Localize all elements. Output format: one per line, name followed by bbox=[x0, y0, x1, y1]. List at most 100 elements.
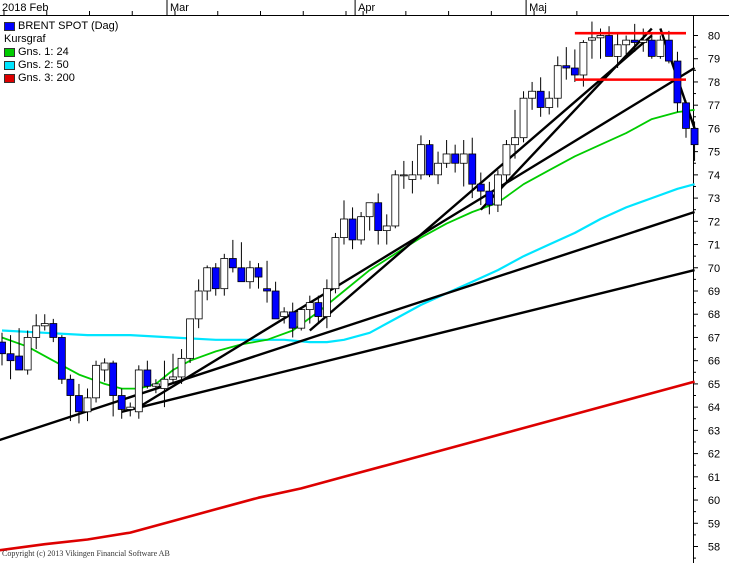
candle-body-up bbox=[399, 174, 408, 177]
candle-body-up bbox=[613, 44, 622, 57]
candle-body-down bbox=[570, 67, 579, 76]
candle-body-up bbox=[545, 97, 554, 108]
candle-body-down bbox=[647, 39, 656, 57]
chart-root: 2018 Feb Mar Apr Maj 58 59 60 61 62 63 64 65 66 67 68… bbox=[0, 0, 729, 563]
candle-body-down bbox=[75, 395, 83, 413]
candle-body-up bbox=[331, 237, 340, 290]
candle-body-up bbox=[391, 174, 400, 227]
candle-body-up bbox=[596, 35, 605, 39]
candle bbox=[23, 330, 32, 375]
candle-body-down bbox=[425, 144, 434, 176]
candle-body-down bbox=[476, 183, 485, 192]
candle-body-up bbox=[83, 397, 92, 413]
y-tick-label: 73 bbox=[708, 193, 720, 205]
candle-body-up bbox=[442, 153, 451, 164]
candle-body-up bbox=[340, 218, 348, 238]
y-tick-label: 63 bbox=[708, 425, 720, 437]
y-tick-label: 74 bbox=[708, 170, 720, 182]
candle-body-down bbox=[57, 337, 66, 380]
candle-body-down bbox=[263, 288, 271, 292]
candle-body-down bbox=[630, 39, 639, 43]
candle-body-up bbox=[434, 162, 442, 176]
candle bbox=[297, 307, 306, 331]
candle-body-up bbox=[579, 42, 588, 76]
candle-body-down bbox=[485, 190, 494, 206]
y-tick-label: 72 bbox=[708, 216, 720, 228]
candle-body-down bbox=[254, 267, 263, 278]
candle bbox=[391, 170, 400, 229]
legend-item-price: BRENT SPOT (Dag) bbox=[4, 20, 118, 33]
candle-body-up bbox=[297, 309, 306, 329]
candle bbox=[357, 212, 366, 245]
candle-body-up bbox=[639, 39, 648, 43]
candle bbox=[519, 91, 528, 143]
legend-swatch-price bbox=[4, 22, 15, 31]
candle-body-up bbox=[40, 323, 49, 327]
legend-swatch-ma200 bbox=[4, 74, 15, 83]
candle-body-down bbox=[451, 153, 460, 164]
candle-body-down bbox=[228, 258, 237, 269]
candle-body-down bbox=[314, 302, 323, 317]
x-month-label: Mar bbox=[170, 2, 189, 14]
candle-body-up bbox=[365, 202, 374, 218]
legend-item-ma200: Gns. 3: 200 bbox=[4, 72, 118, 85]
candle-body-up bbox=[160, 378, 169, 389]
y-tick-label: 75 bbox=[708, 147, 720, 159]
y-tick-label: 64 bbox=[708, 402, 720, 414]
candle bbox=[57, 335, 66, 384]
legend-swatch-ma50 bbox=[4, 61, 15, 70]
candle-body-down bbox=[468, 153, 477, 185]
legend-label-ma24: Gns. 1: 24 bbox=[18, 46, 69, 58]
y-tick-label: 66 bbox=[708, 356, 720, 368]
candle-body-up bbox=[246, 267, 254, 283]
candle-body-down bbox=[288, 311, 297, 329]
candle-body-down bbox=[348, 218, 357, 241]
candle-body-up bbox=[100, 362, 109, 371]
candle-body-up bbox=[186, 318, 195, 359]
candle-body-up bbox=[553, 65, 562, 99]
y-tick-label: 77 bbox=[708, 100, 720, 112]
legend-label-price: BRENT SPOT (Dag) bbox=[18, 20, 119, 32]
legend-item-kursgraf: Kursgraf bbox=[4, 33, 118, 46]
candle-body-up bbox=[357, 216, 366, 241]
y-tick-label: 71 bbox=[708, 240, 720, 252]
candle bbox=[186, 318, 195, 364]
candle bbox=[92, 360, 100, 403]
candle-body-up bbox=[519, 97, 528, 139]
candle-body-up bbox=[32, 325, 41, 338]
y-tick-label: 78 bbox=[708, 77, 720, 89]
legend-item-ma24: Gns. 1: 24 bbox=[4, 46, 118, 59]
candle-body-down bbox=[49, 323, 58, 338]
candle-body-up bbox=[134, 369, 143, 413]
y-tick-label: 67 bbox=[708, 332, 720, 344]
legend-label-ma200: Gns. 3: 200 bbox=[18, 72, 75, 84]
candle-body-down bbox=[673, 60, 682, 104]
candle-body-up bbox=[417, 144, 425, 176]
candle-body-down bbox=[665, 39, 673, 62]
candle-body-up bbox=[177, 357, 186, 378]
candle-body-down bbox=[536, 90, 545, 108]
candle bbox=[673, 51, 682, 113]
y-tick-label: 69 bbox=[708, 286, 720, 298]
y-tick-label: 79 bbox=[708, 54, 720, 66]
candle-body-up bbox=[382, 225, 391, 232]
legend-item-ma50: Gns. 2: 50 bbox=[4, 59, 118, 72]
candle-body-down bbox=[15, 355, 24, 371]
candle-body-up bbox=[502, 144, 511, 176]
legend-label-kursgraf: Kursgraf bbox=[4, 33, 46, 45]
copyright-text: Copyright (c) 2013 Vikingen Financial So… bbox=[2, 549, 170, 558]
y-tick-label: 59 bbox=[708, 518, 720, 530]
legend-label-ma50: Gns. 2: 50 bbox=[18, 59, 69, 71]
y-tick-label: 62 bbox=[708, 449, 720, 461]
candle-body-up bbox=[656, 39, 665, 57]
legend-swatch-ma24 bbox=[4, 48, 15, 57]
y-tick-label: 80 bbox=[708, 31, 720, 43]
candle-body-up bbox=[622, 39, 631, 46]
y-tick-label: 65 bbox=[708, 379, 720, 391]
candle-body-up bbox=[280, 311, 289, 317]
y-tick-label: 58 bbox=[708, 542, 720, 554]
candle-body-down bbox=[211, 267, 220, 290]
legend: BRENT SPOT (Dag) Kursgraf Gns. 1: 24 Gns… bbox=[4, 20, 118, 85]
x-month-label: Maj bbox=[529, 2, 547, 14]
candle-body-down bbox=[66, 378, 75, 396]
